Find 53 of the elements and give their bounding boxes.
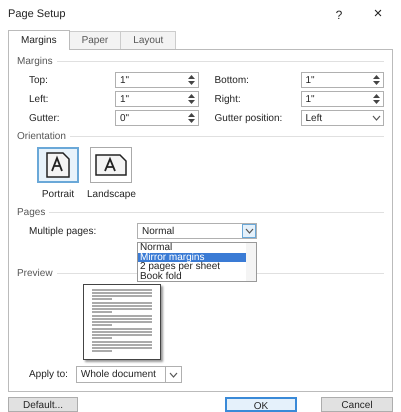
dialog-button[interactable]: Cancel <box>321 397 393 412</box>
dropdown-option[interactable]: Mirror margins <box>138 252 246 262</box>
chevron-down-icon <box>372 115 381 121</box>
multiple-pages-select[interactable]: Normal <box>137 223 257 239</box>
orientation-label: Portrait <box>42 188 74 202</box>
dialog-button[interactable]: OK <box>225 397 297 412</box>
spin-arrows-icon[interactable] <box>186 112 196 124</box>
section-title: Preview <box>17 267 53 281</box>
field-label: Left: <box>29 92 50 106</box>
text-lines-icon <box>92 289 152 300</box>
orientation-label: Landscape <box>87 188 136 202</box>
text-lines-icon <box>92 315 152 326</box>
section-title: Pages <box>17 206 46 220</box>
field-label: Right: <box>214 92 242 106</box>
portrait-page-icon <box>46 152 70 178</box>
field-label: Multiple pages: <box>29 224 98 238</box>
orientation-button[interactable] <box>37 147 79 183</box>
spin-arrows-icon[interactable] <box>372 93 381 105</box>
spin-field[interactable]: 0" <box>115 110 198 126</box>
window-title: Page Setup <box>8 7 66 22</box>
text-lines-icon <box>92 302 152 313</box>
field-label: Apply to: <box>29 368 68 382</box>
dropdown-option[interactable]: Normal <box>138 243 246 252</box>
spin-field[interactable]: 1" <box>300 91 384 107</box>
field-label: Gutter position: <box>214 112 284 126</box>
spin-arrows-icon[interactable] <box>186 93 196 105</box>
help-button[interactable]: ? <box>327 6 351 24</box>
section-title: Orientation <box>17 130 66 144</box>
select-field[interactable]: Left <box>300 110 384 126</box>
close-button[interactable]: × <box>363 3 393 26</box>
field-label: Gutter: <box>29 112 61 126</box>
text-lines-icon <box>92 341 152 352</box>
scrollbar[interactable] <box>246 243 256 281</box>
orientation-button[interactable] <box>90 147 132 183</box>
dropdown-option[interactable]: Book fold <box>138 272 246 281</box>
dropdown-option[interactable]: 2 pages per sheet <box>138 262 246 272</box>
landscape-page-icon <box>95 154 128 176</box>
text-lines-icon <box>92 328 152 339</box>
field-label: Bottom: <box>214 74 250 88</box>
chevron-down-icon <box>244 228 254 234</box>
spin-arrows-icon[interactable] <box>372 74 381 86</box>
apply-to-select[interactable]: Whole document <box>76 366 182 383</box>
tab[interactable]: Paper <box>70 31 122 49</box>
section-title: Margins <box>17 55 53 69</box>
tab[interactable]: Margins <box>8 30 70 50</box>
spin-field[interactable]: 1" <box>115 72 198 88</box>
spin-field[interactable]: 1" <box>115 91 198 107</box>
spin-field[interactable]: 1" <box>300 72 384 88</box>
chevron-down-icon <box>168 372 178 378</box>
tab[interactable]: Layout <box>121 31 176 49</box>
field-label: Top: <box>29 74 49 88</box>
dialog-button[interactable]: Default... <box>8 397 78 412</box>
spin-arrows-icon[interactable] <box>186 74 196 86</box>
